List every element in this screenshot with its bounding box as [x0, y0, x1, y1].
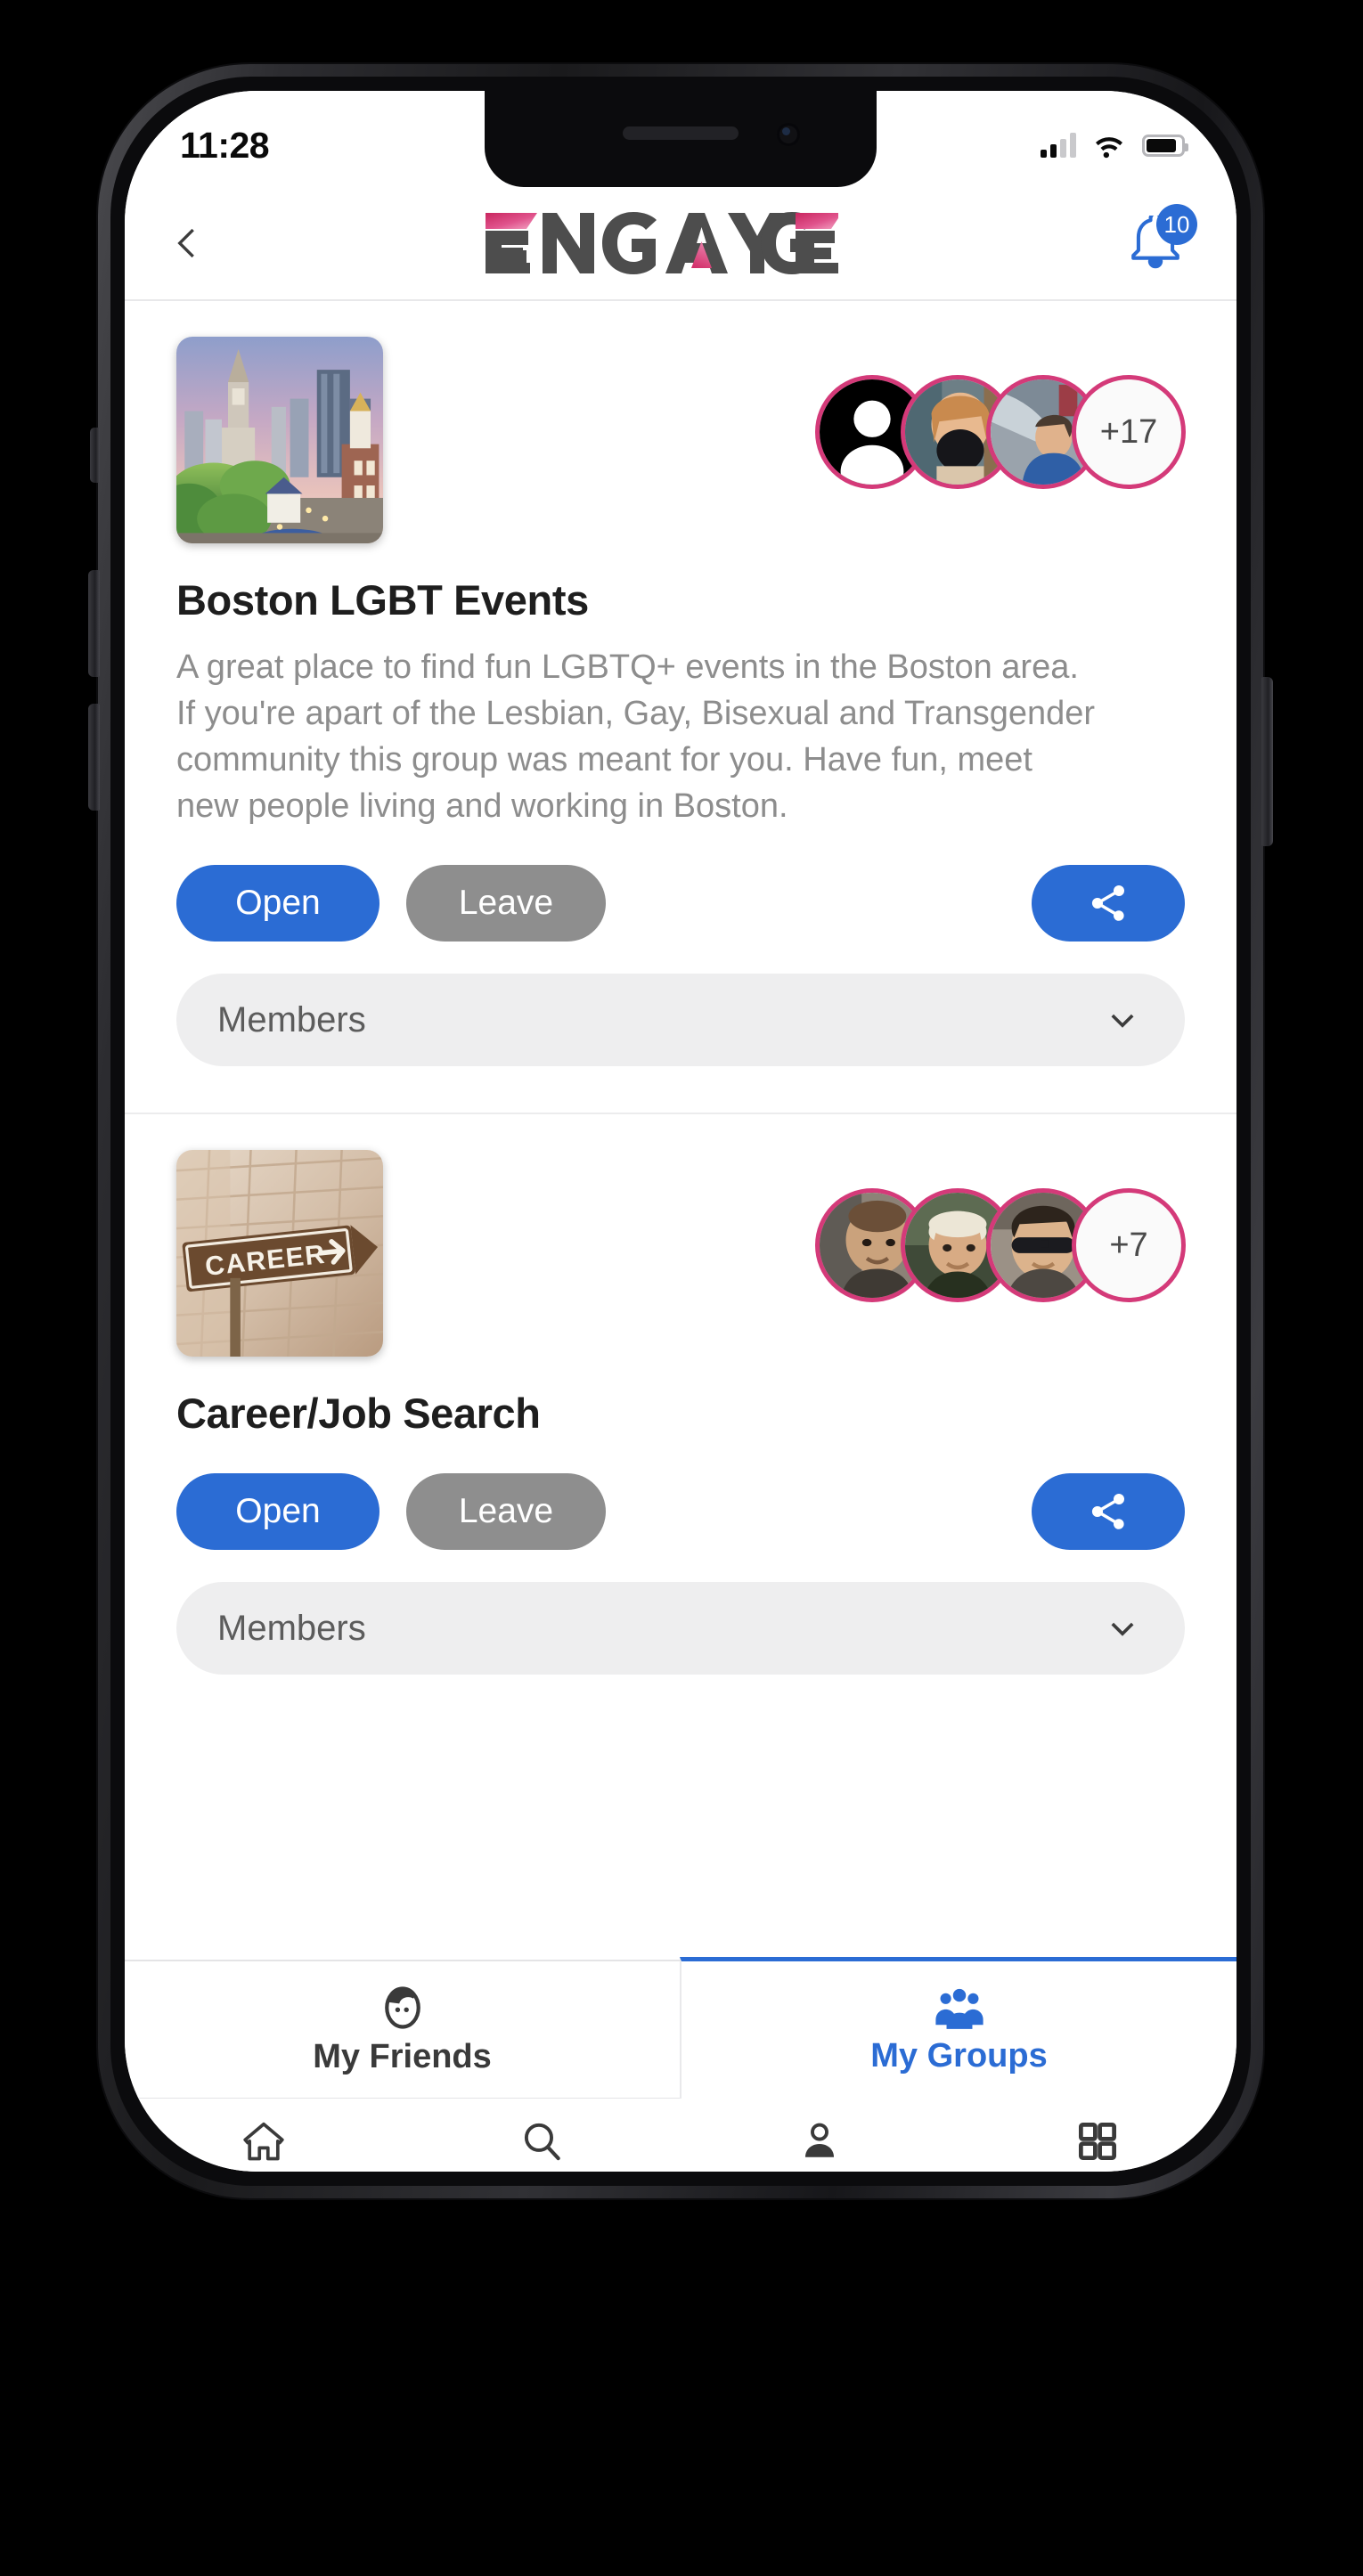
group-card-header: CAREER +7: [176, 1150, 1185, 1365]
group-title: Career/Job Search: [176, 1390, 541, 1438]
members-dropdown[interactable]: Members: [176, 1582, 1185, 1675]
share-button[interactable]: [1032, 1473, 1185, 1551]
group-card-header: +17: [176, 337, 1185, 552]
tab-label: My Groups: [870, 2036, 1048, 2075]
groups-list[interactable]: +17 Boston LGBT Events A great place to …: [125, 301, 1236, 1960]
share-button[interactable]: [1032, 865, 1185, 942]
home-icon: [243, 2122, 284, 2161]
earpiece-speaker: [623, 126, 739, 140]
card-spacer: [176, 1675, 1185, 1721]
grid-menu-icon: [1078, 2122, 1117, 2161]
cellular-signal-icon: [1041, 133, 1076, 158]
engayge-logo: [486, 212, 838, 274]
nav-search[interactable]: Search: [403, 2118, 681, 2172]
avatar-overflow-count[interactable]: +7: [1076, 1193, 1181, 1299]
members-label: Members: [217, 1608, 366, 1648]
person-icon: [804, 2123, 835, 2157]
card-spacer: [176, 1066, 1185, 1113]
screenshot-root: 11:28 10 +17 Boston LGBT Events A great …: [0, 0, 1363, 2576]
phone-screen: 11:28 10 +17 Boston LGBT Events A great …: [125, 91, 1236, 2172]
display-notch: [485, 91, 877, 187]
share-icon: [1091, 885, 1124, 921]
group-thumbnail[interactable]: CAREER: [176, 1150, 383, 1357]
bottom-navigation: Home Search Profile: [125, 2099, 1236, 2172]
boston-skyline-photo: [176, 337, 383, 543]
notification-badge: 10: [1156, 204, 1197, 245]
wifi-icon: [1096, 137, 1122, 159]
group-actions: Open Leave: [176, 865, 1185, 942]
leave-button[interactable]: Leave: [406, 1473, 606, 1551]
group-title: Boston LGBT Events: [176, 576, 589, 624]
volume-down-button[interactable]: [88, 704, 100, 811]
tab-label: My Friends: [313, 2038, 492, 2075]
app-logo: [205, 209, 1115, 277]
tab-my-groups[interactable]: My Groups: [680, 1957, 1236, 2099]
segment-tabs: My Friends My Groups: [125, 1957, 1236, 2099]
chevron-down-icon: [1111, 1622, 1134, 1636]
group-actions: Open Leave: [176, 1473, 1185, 1551]
open-button[interactable]: Open: [176, 1473, 380, 1551]
group-description: A great place to find fun LGBTQ+ events …: [176, 648, 1096, 826]
members-dropdown[interactable]: Members: [176, 974, 1185, 1067]
app-header: 10: [125, 187, 1236, 301]
group-card: CAREER +7 Career/Job Search Open Leave M…: [125, 1113, 1236, 1722]
chevron-left-icon: [177, 228, 194, 258]
chevron-down-icon: [1111, 1014, 1134, 1028]
search-icon: [524, 2123, 560, 2161]
members-label: Members: [217, 999, 366, 1039]
battery-icon: [1142, 134, 1188, 157]
tab-my-friends[interactable]: My Friends: [125, 1961, 680, 2099]
nav-profile[interactable]: Profile: [681, 2118, 959, 2172]
status-time: 11:28: [180, 124, 270, 166]
power-button[interactable]: [1261, 677, 1273, 846]
open-button[interactable]: Open: [176, 865, 380, 942]
friend-face-icon: [384, 1986, 420, 2029]
career-street-sign-photo: CAREER: [176, 1150, 383, 1357]
silent-switch[interactable]: [90, 428, 100, 483]
group-card: +17 Boston LGBT Events A great place to …: [125, 301, 1236, 1113]
notifications-button[interactable]: 10: [1115, 204, 1197, 279]
volume-up-button[interactable]: [88, 570, 100, 677]
leave-button[interactable]: Leave: [406, 865, 606, 942]
group-thumbnail[interactable]: [176, 337, 383, 543]
status-icon-group: [1041, 132, 1188, 159]
front-camera: [777, 123, 800, 146]
member-avatar-group[interactable]: +7: [820, 1193, 1181, 1299]
avatar-overflow-count[interactable]: +17: [1076, 379, 1181, 485]
member-avatar-group[interactable]: +17: [820, 379, 1181, 485]
groups-people-icon: [935, 1988, 983, 2029]
share-icon: [1091, 1494, 1124, 1529]
